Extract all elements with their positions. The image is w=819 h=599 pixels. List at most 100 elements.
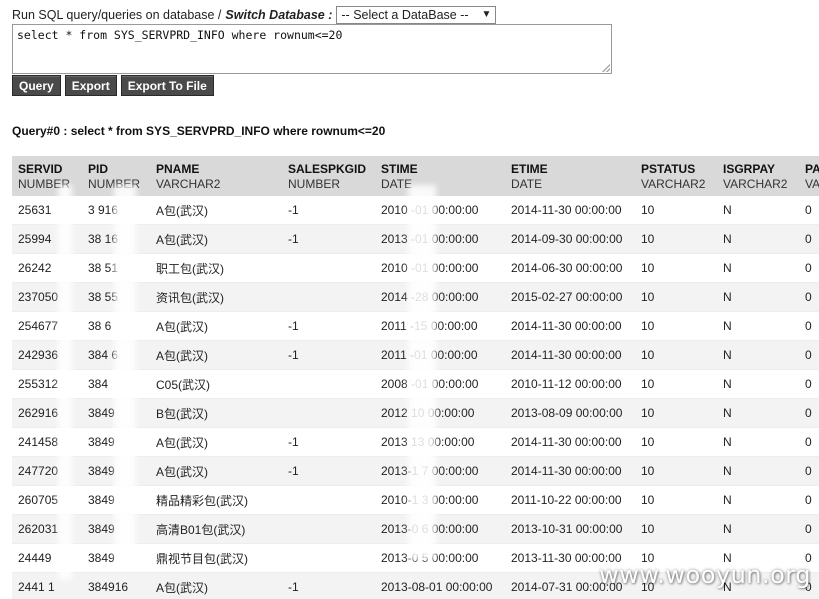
column-header-pname: PNAME VARCHAR2 bbox=[150, 156, 282, 196]
sql-query-textarea[interactable]: select * from SYS_SERVPRD_INFO where row… bbox=[12, 24, 612, 74]
table-cell: 10 bbox=[635, 282, 717, 312]
export-to-file-button[interactable]: Export To File bbox=[120, 75, 214, 96]
table-cell: 0 bbox=[799, 456, 819, 486]
column-name: PA bbox=[805, 162, 819, 176]
table-cell bbox=[282, 514, 375, 544]
table-cell: 2010 -01 00:00:00 bbox=[375, 196, 505, 225]
column-header-salespkgid: SALESPKGID NUMBER bbox=[282, 156, 375, 196]
table-cell: 0 bbox=[799, 253, 819, 283]
table-cell: 2013-08-01 00:00:00 bbox=[375, 572, 505, 599]
table-cell: N bbox=[717, 253, 799, 283]
watermark-text: www.wooyun.org bbox=[599, 561, 811, 589]
query-caption: Query#0 : select * from SYS_SERVPRD_INFO… bbox=[12, 124, 386, 138]
table-cell: 2013-0 6 00:00:00 bbox=[375, 514, 505, 544]
column-name: PID bbox=[88, 162, 109, 176]
table-cell: A包(武汉) bbox=[150, 340, 282, 370]
table-cell: -1 bbox=[282, 196, 375, 225]
chevron-down-icon: ▼ bbox=[481, 9, 492, 20]
redaction-smear bbox=[114, 185, 136, 560]
sql-query-text: select * from SYS_SERVPRD_INFO where row… bbox=[17, 28, 343, 42]
table-cell: N bbox=[717, 311, 799, 341]
page: Run SQL query/queries on database / Swit… bbox=[0, 0, 819, 599]
table-cell: 10 bbox=[635, 340, 717, 370]
table-cell: A包(武汉) bbox=[150, 456, 282, 486]
table-cell: 10 bbox=[635, 398, 717, 428]
table-cell: 10 bbox=[635, 456, 717, 486]
database-select-value: -- Select a DataBase -- bbox=[341, 8, 469, 22]
table-cell: 鼎视节目包(武汉) bbox=[150, 543, 282, 573]
column-type: VARCHAR2 bbox=[723, 177, 788, 191]
table-cell: 0 bbox=[799, 340, 819, 370]
redaction-smear bbox=[58, 185, 72, 580]
table-cell: N bbox=[717, 514, 799, 544]
table-cell: 2010 -01 00:00:00 bbox=[375, 253, 505, 283]
table-cell: 10 bbox=[635, 224, 717, 254]
redaction-smear bbox=[408, 185, 436, 560]
table-cell: N bbox=[717, 340, 799, 370]
table-cell: A包(武汉) bbox=[150, 572, 282, 599]
table-cell: 2013-08-09 00:00:00 bbox=[505, 398, 635, 428]
table-cell bbox=[282, 282, 375, 312]
column-name: SALESPKGID bbox=[288, 162, 367, 176]
table-cell: 10 bbox=[635, 253, 717, 283]
table-cell: 2011-10-22 00:00:00 bbox=[505, 485, 635, 515]
query-button[interactable]: Query bbox=[12, 75, 61, 96]
action-buttons: Query Export Export To File bbox=[12, 75, 214, 96]
table-cell: C05(武汉) bbox=[150, 369, 282, 399]
table-cell: N bbox=[717, 427, 799, 457]
table-cell: A包(武汉) bbox=[150, 196, 282, 225]
table-cell: 高清B01包(武汉) bbox=[150, 514, 282, 544]
table-cell: -1 bbox=[282, 572, 375, 599]
column-name: PNAME bbox=[156, 162, 200, 176]
table-cell: 职工包(武汉) bbox=[150, 253, 282, 283]
column-type: VARCHAR2 bbox=[641, 177, 706, 191]
column-name: ETIME bbox=[511, 162, 548, 176]
table-cell: 0 bbox=[799, 427, 819, 457]
table-cell: 2013 -01 00:00:00 bbox=[375, 224, 505, 254]
table-cell bbox=[282, 485, 375, 515]
table-cell: -1 bbox=[282, 340, 375, 370]
resize-grip-icon[interactable] bbox=[602, 64, 610, 72]
table-cell: 2014-11-30 00:00:00 bbox=[505, 340, 635, 370]
table-cell: 10 bbox=[635, 427, 717, 457]
table-cell: 2010-1 3 00:00:00 bbox=[375, 485, 505, 515]
table-cell: A包(武汉) bbox=[150, 311, 282, 341]
column-name: STIME bbox=[381, 162, 418, 176]
table-cell: 2010-11-12 00:00:00 bbox=[505, 369, 635, 399]
column-name: SERVID bbox=[18, 162, 63, 176]
column-header-pstatus: PSTATUS VARCHAR2 bbox=[635, 156, 717, 196]
table-cell: B包(武汉) bbox=[150, 398, 282, 428]
table-cell: 2013-1 7 00:00:00 bbox=[375, 456, 505, 486]
table-cell: -1 bbox=[282, 427, 375, 457]
table-cell: 0 bbox=[799, 282, 819, 312]
table-cell: 2014-06-30 00:00:00 bbox=[505, 253, 635, 283]
table-cell bbox=[282, 398, 375, 428]
database-toolbar: Run SQL query/queries on database / Swit… bbox=[12, 6, 497, 24]
column-type: VA bbox=[805, 177, 819, 191]
table-cell bbox=[282, 253, 375, 283]
column-type: VARCHAR2 bbox=[156, 177, 221, 191]
table-cell: 2014-11-30 00:00:00 bbox=[505, 311, 635, 341]
table-cell bbox=[282, 543, 375, 573]
table-cell: 2014-11-30 00:00:00 bbox=[505, 456, 635, 486]
table-cell: 2012 10 00:00:00 bbox=[375, 398, 505, 428]
table-cell: N bbox=[717, 485, 799, 515]
table-cell: 2008 -01 00:00:00 bbox=[375, 369, 505, 399]
table-cell: 0 bbox=[799, 224, 819, 254]
column-name: PSTATUS bbox=[641, 162, 696, 176]
column-type: DATE bbox=[381, 177, 413, 191]
table-cell: -1 bbox=[282, 311, 375, 341]
table-cell: -1 bbox=[282, 224, 375, 254]
table-cell: 2011 -15 00:00:00 bbox=[375, 311, 505, 341]
export-button[interactable]: Export bbox=[64, 75, 117, 96]
column-name: ISGRPAY bbox=[723, 162, 776, 176]
table-cell: 0 bbox=[799, 196, 819, 225]
column-header-isgrpay: ISGRPAY VARCHAR2 bbox=[717, 156, 799, 196]
database-select[interactable]: -- Select a DataBase -- ▼ bbox=[336, 6, 497, 24]
column-type: DATE bbox=[511, 177, 543, 191]
table-cell: N bbox=[717, 456, 799, 486]
table-cell bbox=[282, 369, 375, 399]
table-cell: 2014-09-30 00:00:00 bbox=[505, 224, 635, 254]
table-cell: 10 bbox=[635, 196, 717, 225]
switch-database-label: Switch Database : bbox=[225, 8, 333, 22]
